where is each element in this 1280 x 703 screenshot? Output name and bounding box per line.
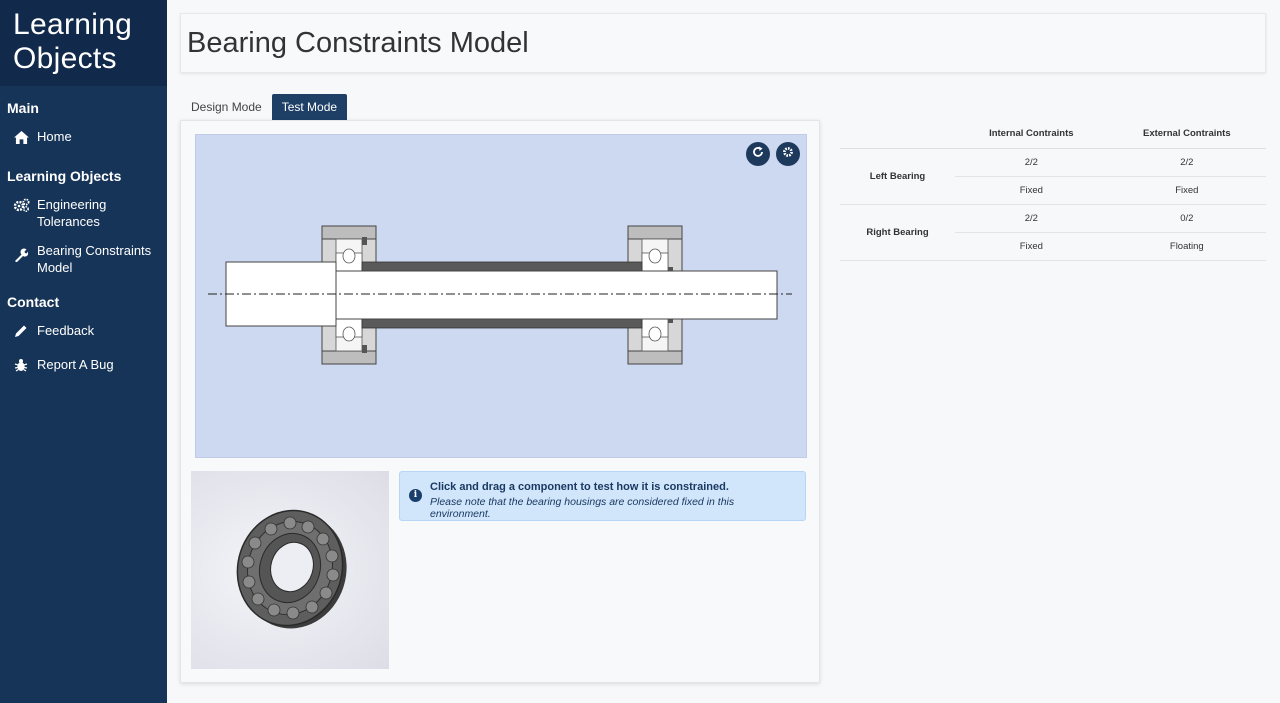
bug-icon xyxy=(12,356,30,374)
nav-section-main: Main xyxy=(7,100,39,116)
table-header-empty xyxy=(840,120,955,149)
spacer-sleeve-bottom xyxy=(361,318,643,329)
bearing-3d-image xyxy=(191,471,389,669)
home-icon xyxy=(12,128,30,146)
table-cell: 2/2 xyxy=(1107,148,1266,177)
table-header-external: External Contraints xyxy=(1107,120,1266,149)
constraints-table: Internal Contraints External Contraints … xyxy=(840,120,1266,261)
sidebar: Learning Objects Main Home Learning Obje… xyxy=(0,0,167,703)
sidebar-item-report-a-bug[interactable]: Report A Bug xyxy=(0,350,167,380)
brand-title-line1: Learning xyxy=(13,8,133,41)
table-cell: 2/2 xyxy=(955,148,1108,177)
nav-section-contact: Contact xyxy=(7,294,60,310)
info-icon: i xyxy=(409,489,422,502)
sidebar-item-label: Engineering Tolerances xyxy=(37,197,107,229)
table-cell: 0/2 xyxy=(1107,204,1266,233)
page-header: Bearing Constraints Model xyxy=(180,13,1266,73)
tab-test-mode[interactable]: Test Mode xyxy=(271,94,348,120)
row-label-right-bearing: Right Bearing xyxy=(840,204,955,261)
table-row: Left Bearing 2/2 2/2 xyxy=(840,148,1266,205)
table-cell: Fixed xyxy=(955,176,1108,205)
pencil-icon xyxy=(12,322,30,340)
table-cell: Fixed xyxy=(1107,176,1266,205)
alert-title: Click and drag a component to test how i… xyxy=(430,481,729,493)
sidebar-item-label: Report A Bug xyxy=(37,357,114,372)
tab-design-mode[interactable]: Design Mode xyxy=(181,94,272,120)
alert-note: Please note that the bearing housings ar… xyxy=(430,496,735,520)
row-label-left-bearing: Left Bearing xyxy=(840,148,955,205)
table-cell: Floating xyxy=(1107,232,1266,261)
sidebar-item-home[interactable]: Home xyxy=(0,122,167,152)
sidebar-item-bearing-constraints-model[interactable]: Bearing Constraints Model xyxy=(0,236,167,282)
table-row: Right Bearing 2/2 0/2 xyxy=(840,204,1266,261)
table-cell: Fixed xyxy=(955,232,1108,261)
mode-tabs: Design Mode Test Mode xyxy=(181,94,348,120)
spacer-sleeve-top xyxy=(361,261,643,272)
info-alert: i Click and drag a component to test how… xyxy=(399,471,806,521)
sidebar-item-engineering-tolerances[interactable]: Engineering Tolerances xyxy=(0,190,167,236)
table-header-internal: Internal Contraints xyxy=(955,120,1108,149)
nav-section-learning-objects: Learning Objects xyxy=(7,168,122,184)
gears-icon xyxy=(12,196,30,214)
sidebar-item-feedback[interactable]: Feedback xyxy=(0,316,167,346)
bearing-model-canvas[interactable] xyxy=(195,134,807,458)
table-cell: 2/2 xyxy=(955,204,1108,233)
shaft-assembly-diagram xyxy=(208,225,792,365)
sidebar-item-label: Home xyxy=(37,129,72,144)
page-title: Bearing Constraints Model xyxy=(187,27,529,59)
model-card: i Click and drag a component to test how… xyxy=(180,120,820,683)
sidebar-item-label: Feedback xyxy=(37,323,95,338)
sidebar-item-label: Bearing Constraints Model xyxy=(37,243,152,275)
brand-logo[interactable]: Learning Objects xyxy=(0,0,167,86)
brand-title-line2: Objects xyxy=(13,42,117,75)
table-header-row: Internal Contraints External Contraints xyxy=(840,120,1266,149)
wrench-icon xyxy=(12,246,30,264)
